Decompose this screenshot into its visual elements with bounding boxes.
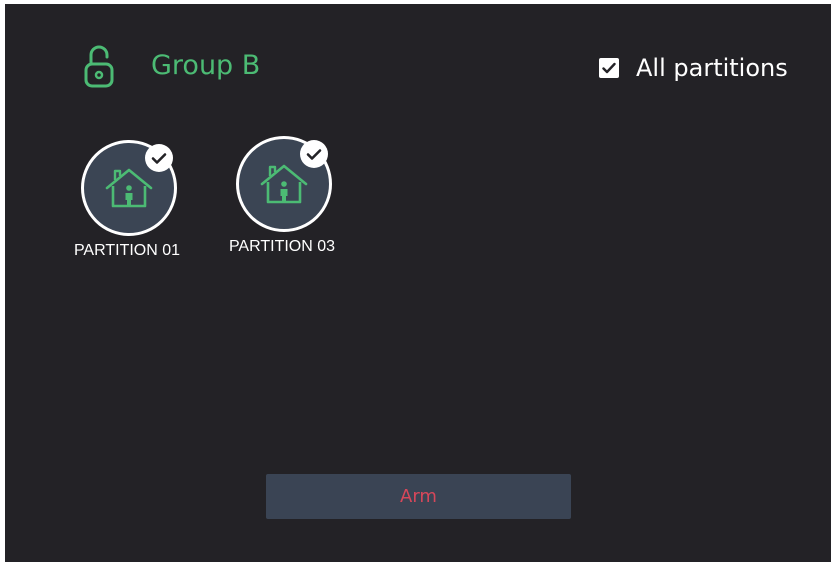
checkmark-icon xyxy=(306,148,322,160)
arm-button[interactable]: Arm xyxy=(266,474,571,519)
selected-check-badge xyxy=(300,140,328,168)
selected-check-badge xyxy=(145,144,173,172)
house-person-icon xyxy=(105,168,153,208)
all-partitions-toggle[interactable]: All partitions xyxy=(599,51,788,85)
group-title: Group B xyxy=(151,50,261,81)
partition-label: PARTITION 01 xyxy=(73,242,181,259)
checkmark-icon xyxy=(151,152,167,164)
unlocked-padlock-icon[interactable] xyxy=(83,44,115,90)
group-panel: Group B All partitions PARTITION 01 PART… xyxy=(5,4,831,562)
partition-label: PARTITION 03 xyxy=(228,238,336,255)
all-partitions-checkbox[interactable] xyxy=(599,58,619,78)
all-partitions-label: All partitions xyxy=(636,54,788,82)
house-person-icon xyxy=(260,164,308,204)
checkmark-icon xyxy=(602,62,616,74)
